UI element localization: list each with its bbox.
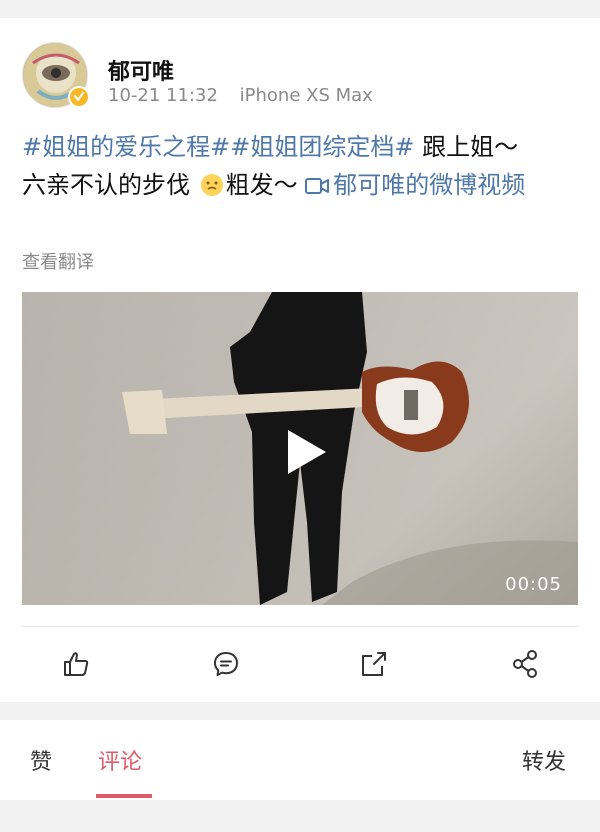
like-button[interactable] xyxy=(56,644,96,684)
video-duration: 00:05 xyxy=(505,574,562,595)
video-link-label[interactable]: 郁可唯的微博视频 xyxy=(333,171,525,199)
post-text: #姐姐的爱乐之程##姐姐团综定档# 跟上姐～ 六亲不认的步伐 粗发～ 郁可唯的微… xyxy=(22,128,578,204)
hashtag-link[interactable]: #姐姐团综定档# xyxy=(230,133,414,161)
video-player[interactable]: 00:05 xyxy=(22,292,578,605)
repost-icon xyxy=(362,652,386,676)
post-source: iPhone XS Max xyxy=(239,85,373,106)
post-text-segment: 跟上姐～ xyxy=(414,133,519,161)
post-actions xyxy=(0,630,600,700)
tab-reposts[interactable]: 转发 xyxy=(522,744,566,776)
post-header: 郁可唯 10-21 11:32 iPhone XS Max xyxy=(0,18,600,118)
video-camera-icon xyxy=(305,168,330,194)
actions-divider xyxy=(22,626,578,627)
emoji-icon xyxy=(200,170,224,196)
tab-comments[interactable]: 评论 xyxy=(98,744,142,776)
post-meta: 10-21 11:32 iPhone XS Max xyxy=(108,85,373,106)
comment-button[interactable] xyxy=(206,644,246,684)
translate-link[interactable]: 查看翻译 xyxy=(22,248,94,274)
post-text-segment: 六亲不认的步伐 xyxy=(22,171,198,199)
thumbs-up-icon xyxy=(64,652,89,676)
comment-icon xyxy=(214,652,238,676)
avatar-wrapper[interactable] xyxy=(22,42,90,108)
interaction-tabs: 赞 评论 转发 xyxy=(0,720,600,800)
active-tab-indicator xyxy=(96,794,152,798)
post-text-segment: 粗发～ xyxy=(225,171,306,199)
video-link[interactable]: 郁可唯的微博视频 xyxy=(305,171,525,199)
tab-likes[interactable]: 赞 xyxy=(30,744,52,776)
post-card: 郁可唯 10-21 11:32 iPhone XS Max #姐姐的爱乐之程##… xyxy=(0,18,600,702)
share-button[interactable] xyxy=(505,644,545,684)
post-timestamp: 10-21 11:32 xyxy=(108,85,218,106)
page: 郁可唯 10-21 11:32 iPhone XS Max #姐姐的爱乐之程##… xyxy=(0,0,600,832)
repost-button[interactable] xyxy=(354,644,394,684)
play-icon[interactable] xyxy=(284,428,328,476)
verified-badge-icon xyxy=(68,86,90,108)
author-name[interactable]: 郁可唯 xyxy=(108,54,174,86)
hashtag-link[interactable]: #姐姐的爱乐之程# xyxy=(22,133,230,161)
share-icon xyxy=(513,650,537,678)
